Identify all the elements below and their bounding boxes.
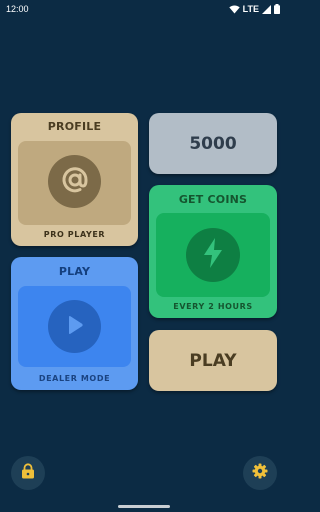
get-coins-card[interactable]: GET COINS EVERY 2 HOURS — [149, 185, 277, 318]
home-indicator[interactable] — [118, 505, 170, 508]
dealer-mode-title: PLAY — [58, 265, 91, 278]
play-icon — [66, 315, 84, 339]
dealer-mode-card[interactable]: PLAY DEALER MODE — [11, 257, 138, 390]
profile-title: PROFILE — [47, 120, 102, 133]
signal-icon — [262, 4, 271, 14]
lock-button[interactable] — [11, 456, 45, 490]
gear-icon — [252, 463, 268, 483]
get-coins-icon-panel — [156, 213, 270, 297]
get-coins-title: GET COINS — [178, 193, 248, 206]
battery-icon — [274, 4, 280, 14]
status-icons: LTE — [228, 4, 280, 14]
profile-icon-panel — [18, 141, 131, 225]
coin-balance-value: 5000 — [189, 133, 237, 154]
wifi-icon — [228, 4, 240, 14]
get-coins-circle — [186, 228, 240, 282]
coin-balance: 5000 — [149, 113, 277, 174]
profile-caption: PRO PLAYER — [43, 230, 106, 239]
profile-avatar-circle — [48, 155, 101, 208]
status-time: 12:00 — [6, 4, 29, 14]
profile-card[interactable]: PROFILE PRO PLAYER — [11, 113, 138, 246]
lock-icon — [21, 463, 35, 483]
dealer-mode-circle — [48, 300, 101, 353]
play-button-label: PLAY — [189, 350, 237, 371]
lightning-bolt-icon — [201, 237, 225, 273]
settings-button[interactable] — [243, 456, 277, 490]
status-bar: 12:00 LTE — [0, 0, 288, 18]
at-sign-icon — [60, 165, 90, 199]
dealer-mode-icon-panel — [18, 286, 131, 367]
play-button[interactable]: PLAY — [149, 330, 277, 391]
network-type: LTE — [242, 4, 259, 14]
get-coins-caption: EVERY 2 HOURS — [173, 302, 253, 311]
dealer-mode-caption: DEALER MODE — [38, 374, 111, 383]
